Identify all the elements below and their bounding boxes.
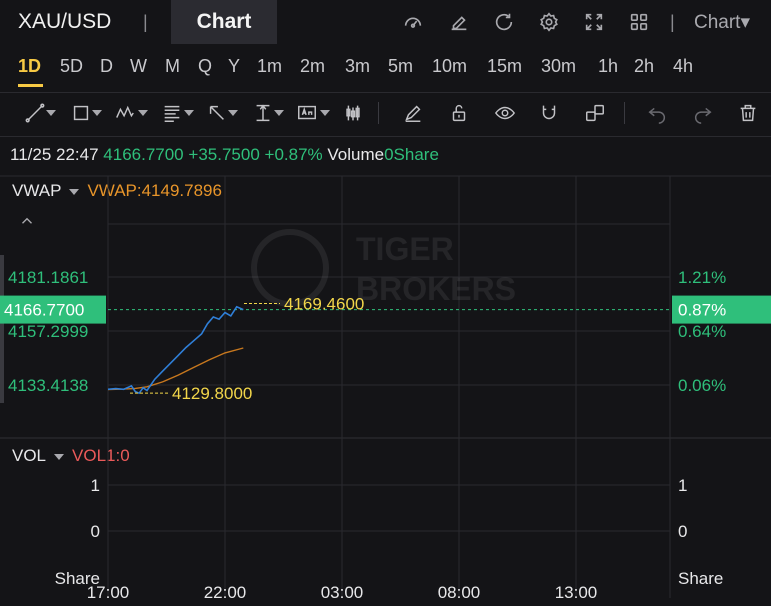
x-tick-label: 22:00 xyxy=(204,583,247,602)
current-price-badge-label: 4166.7700 xyxy=(4,301,84,320)
high-label: 4169.4600 xyxy=(284,295,364,314)
scroll-handle xyxy=(0,255,4,403)
vol-y-tick-right: 0 xyxy=(678,522,687,541)
watermark-line1: TIGER xyxy=(356,231,454,267)
x-tick-label: 13:00 xyxy=(555,583,598,602)
chart-labels: 17:00 22:00 03:00 08:00 13:004181.1861 1.21%4… xyxy=(4,268,726,602)
watermark-logo xyxy=(251,229,329,307)
x-tick-label: 08:00 xyxy=(438,583,481,602)
current-pct-badge-label: 0.87% xyxy=(678,301,726,320)
y-tick-label-right: 1.21% xyxy=(678,268,726,287)
vol-y-tick-right: 1 xyxy=(678,476,687,495)
y-tick-label-left: 4133.4138 xyxy=(8,376,88,395)
vol-unit-label-right: Share xyxy=(678,569,723,588)
low-label: 4129.8000 xyxy=(172,384,252,403)
y-tick-label-right: 0.64% xyxy=(678,322,726,341)
vol-unit-label-left: Share xyxy=(55,569,100,588)
y-tick-label-left: 4181.1861 xyxy=(8,268,88,287)
vol-y-tick-left: 0 xyxy=(91,522,100,541)
x-tick-label: 03:00 xyxy=(321,583,364,602)
watermark-line2: BROKERS xyxy=(356,271,516,307)
price-series-line xyxy=(107,305,244,395)
chart-marks xyxy=(0,295,771,395)
y-tick-label-left: 4157.2999 xyxy=(8,322,88,341)
vol-y-tick-left: 1 xyxy=(91,476,100,495)
y-tick-label-right: 0.06% xyxy=(678,376,726,395)
price-chart[interactable]: TIGER BROKERS 17:00 22:00 03:00 08:00 13:004… xyxy=(0,0,771,606)
